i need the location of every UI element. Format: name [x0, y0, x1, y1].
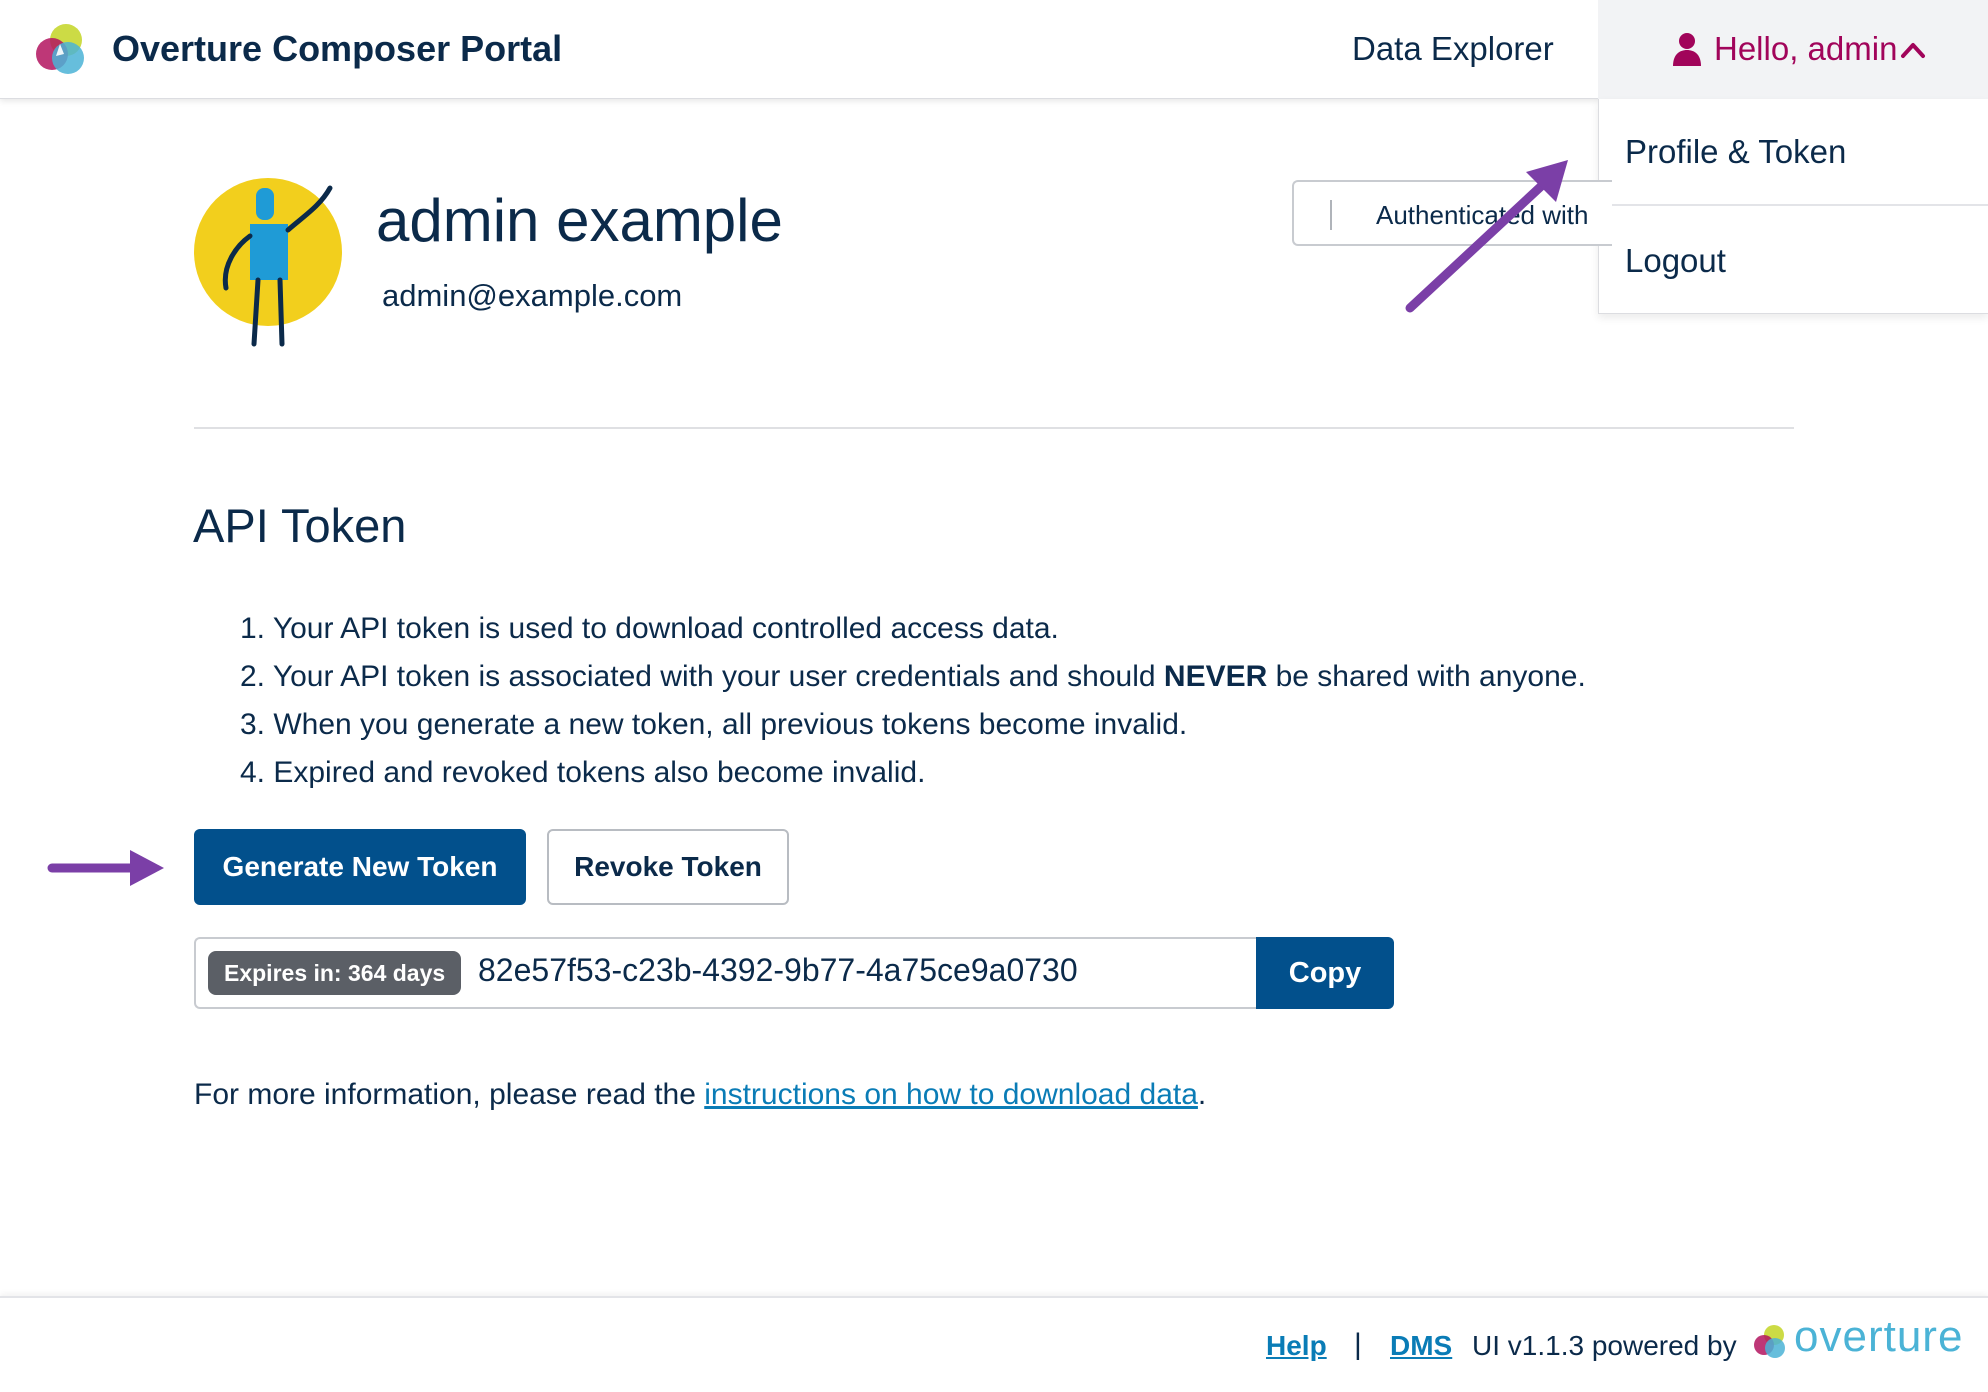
instruction-item-2-suffix: be shared with anyone.: [1267, 660, 1586, 693]
menu-item-logout[interactable]: Logout: [1599, 207, 1988, 314]
app-title[interactable]: Overture Composer Portal: [112, 28, 562, 70]
user-menu-toggle[interactable]: Hello, admin: [1598, 0, 1988, 99]
token-display-field[interactable]: Expires in: 364 days 82e57f53-c23b-4392-…: [194, 937, 1257, 1009]
annotation-arrow-right-icon: [47, 850, 164, 886]
api-token-heading: API Token: [193, 499, 407, 552]
footer-separator: |: [1354, 1328, 1362, 1361]
more-info-text: For more information, please read the in…: [194, 1078, 1206, 1112]
token-expiry-badge: Expires in: 364 days: [208, 951, 462, 995]
user-dropdown-menu: Profile & Token Logout: [1598, 99, 1988, 314]
badge-divider: [1330, 200, 1332, 230]
instruction-item-2: 2. Your API token is associated with you…: [240, 653, 1586, 701]
footer-version-text: UI v1.1.3 powered by: [1472, 1330, 1737, 1361]
token-value[interactable]: 82e57f53-c23b-4392-9b77-4a75ce9a0730: [478, 952, 1078, 989]
chevron-up-icon: [1901, 43, 1925, 58]
annotation-arrow-icon: [1405, 160, 1568, 313]
more-info-prefix: For more information, please read the: [194, 1078, 705, 1111]
revoke-token-button[interactable]: Revoke Token: [547, 829, 789, 905]
instruction-item-3: 3. When you generate a new token, all pr…: [240, 708, 1188, 741]
user-icon: [1673, 33, 1701, 66]
user-avatar: [194, 178, 342, 347]
page: Overture Composer Portal Data Explorer H…: [0, 0, 1988, 1392]
overture-footer-logo-icon[interactable]: [1750, 1322, 1790, 1362]
overture-brand-text[interactable]: overture: [1794, 1312, 1963, 1362]
instruction-item-2-emphasis: NEVER: [1163, 660, 1268, 693]
instruction-item-4: 4. Expired and revoked tokens also becom…: [240, 756, 926, 789]
user-greeting: Hello, admin: [1714, 30, 1898, 67]
download-instructions-link[interactable]: instructions on how to download data: [704, 1078, 1198, 1111]
instruction-item-1: 1. Your API token is used to download co…: [240, 612, 1059, 645]
menu-item-profile-token[interactable]: Profile & Token: [1599, 99, 1988, 206]
token-instructions-list: 1. Your API token is used to download co…: [240, 605, 1586, 797]
footer-dms-link[interactable]: DMS: [1390, 1330, 1452, 1362]
generate-token-button[interactable]: Generate New Token: [194, 829, 526, 905]
more-info-suffix: .: [1197, 1078, 1207, 1111]
footer-help-link[interactable]: Help: [1266, 1330, 1327, 1362]
profile-name: admin example: [376, 187, 783, 254]
overture-logo-icon[interactable]: [30, 20, 90, 80]
profile-email: admin@example.com: [382, 278, 683, 313]
footer: Help | DMS UI v1.1.3 powered by overture: [0, 1296, 1988, 1392]
copy-token-button[interactable]: Copy: [1256, 937, 1394, 1009]
top-header: Overture Composer Portal Data Explorer H…: [0, 0, 1988, 99]
section-divider: [194, 427, 1794, 429]
nav-data-explorer[interactable]: Data Explorer: [1352, 30, 1554, 68]
instruction-item-2-prefix: 2. Your API token is associated with you…: [240, 660, 1164, 693]
